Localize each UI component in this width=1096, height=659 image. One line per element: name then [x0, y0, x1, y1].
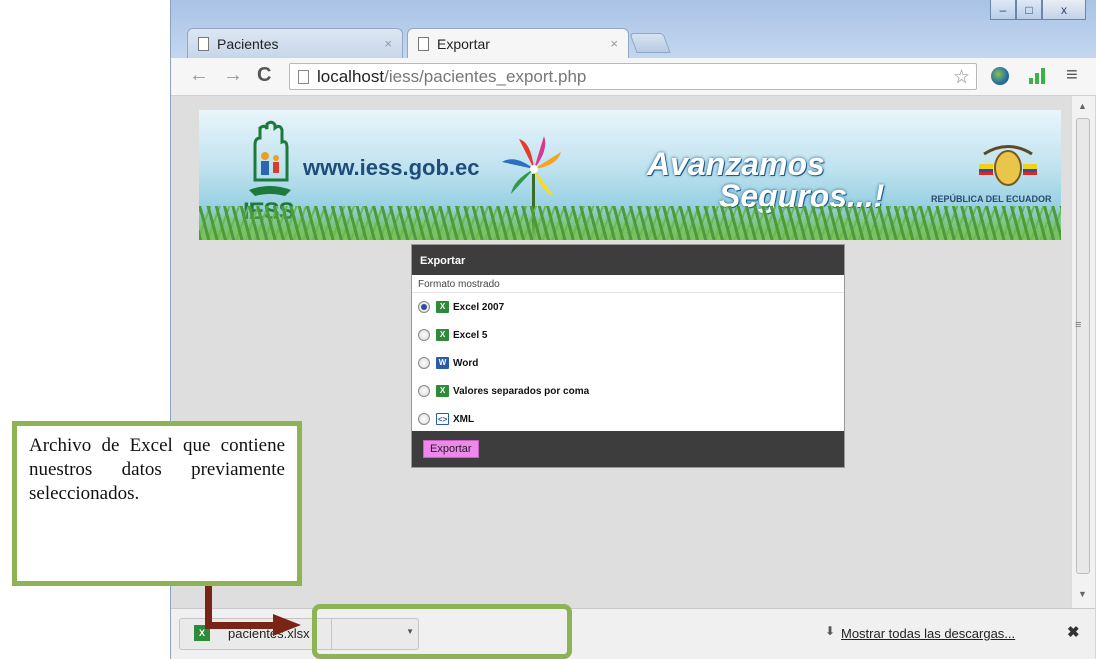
grass-decoration [199, 206, 1061, 240]
menu-icon[interactable]: ≡ [1066, 64, 1078, 87]
option-label: Excel 2007 [453, 301, 505, 313]
address-bar[interactable]: localhost/iess/pacientes_export.php ☆ [289, 63, 977, 90]
scrollbar-thumb[interactable] [1076, 118, 1090, 574]
tab-pacientes[interactable]: Pacientes × [187, 28, 403, 58]
page-content: IESS www.iess.gob.ec Avanzamos Seguros..… [171, 96, 1071, 608]
dialog-footer: Exportar [412, 431, 844, 467]
format-option-csv[interactable]: X Valores separados por coma [412, 377, 844, 405]
radio-button[interactable] [418, 385, 430, 397]
forward-arrow-icon[interactable]: → [223, 64, 243, 87]
star-icon[interactable]: ☆ [953, 66, 970, 89]
scroll-up-arrow-icon[interactable]: ▲ [1078, 101, 1087, 111]
radio-button[interactable] [418, 301, 430, 313]
download-shelf: X pacientes.xlsx ▼ ⬇ Mostrar todas las d… [171, 608, 1095, 659]
annotation-highlight-box [312, 604, 572, 659]
tab-exportar[interactable]: Exportar × [407, 28, 629, 58]
website-text: www.iess.gob.ec [303, 155, 480, 180]
scroll-down-arrow-icon[interactable]: ▼ [1078, 589, 1087, 599]
new-tab-button[interactable] [629, 33, 671, 53]
annotation-callout: Archivo de Excel que contiene nuestros d… [12, 421, 302, 586]
xml-icon: <> [436, 413, 449, 425]
globe-extension-icon[interactable] [991, 67, 1009, 85]
annotation-arrow-shaft [205, 622, 275, 629]
close-window-button[interactable]: x [1042, 0, 1086, 20]
vertical-scrollbar[interactable]: ▲ ≡ ▼ [1071, 96, 1095, 608]
iess-banner: IESS www.iess.gob.ec Avanzamos Seguros..… [199, 110, 1061, 240]
ecuador-coat-of-arms-icon [979, 145, 1037, 186]
title-bar: – □ x Pacientes × Exportar × [171, 0, 1096, 60]
page-icon [298, 69, 309, 84]
option-label: Excel 5 [453, 329, 488, 341]
export-button[interactable]: Exportar [423, 440, 479, 458]
window-controls: – □ x [990, 0, 1086, 22]
browser-window: – □ x Pacientes × Exportar × ← → C local… [170, 0, 1096, 659]
csv-icon: X [436, 385, 449, 397]
page-icon [198, 36, 209, 51]
show-all-downloads-link[interactable]: Mostrar todas las descargas... [841, 626, 1015, 641]
format-option-xml[interactable]: <> XML [412, 405, 844, 433]
option-label: XML [453, 413, 475, 425]
radio-button[interactable] [418, 357, 430, 369]
radio-button[interactable] [418, 329, 430, 341]
reload-icon[interactable]: C [257, 64, 271, 87]
close-shelf-icon[interactable]: ✖ [1067, 623, 1080, 641]
back-arrow-icon[interactable]: ← [189, 64, 209, 87]
excel-icon: X [436, 301, 449, 313]
download-arrow-icon: ⬇ [825, 624, 836, 638]
url-path: /iess/pacientes_export.php [384, 66, 587, 86]
annotation-arrow-head-icon [273, 614, 301, 636]
minimize-button[interactable]: – [990, 0, 1016, 20]
excel-icon: X [436, 329, 449, 341]
format-option-excel-2007[interactable]: X Excel 2007 [412, 293, 844, 321]
option-label: Word [453, 357, 479, 369]
export-dialog: Exportar Formato mostrado X Excel 2007 X… [411, 244, 845, 468]
page-icon [418, 36, 429, 51]
format-option-excel-5[interactable]: X Excel 5 [412, 321, 844, 349]
close-tab-icon[interactable]: × [384, 36, 392, 51]
option-label: Valores separados por coma [453, 385, 590, 397]
browser-toolbar: ← → C localhost/iess/pacientes_export.ph… [171, 58, 1096, 96]
close-tab-icon[interactable]: × [610, 36, 618, 51]
dialog-subtitle: Formato mostrado [412, 275, 844, 293]
tab-label: Pacientes [217, 35, 279, 52]
maximize-button[interactable]: □ [1016, 0, 1042, 20]
dialog-title: Exportar [412, 245, 844, 275]
country-text: REPÚBLICA DEL ECUADOR [931, 194, 1052, 204]
format-option-word[interactable]: W Word [412, 349, 844, 377]
scroll-grip-icon: ≡ [1075, 319, 1082, 331]
signal-bars-extension-icon[interactable] [1029, 68, 1049, 84]
radio-button[interactable] [418, 413, 430, 425]
word-icon: W [436, 357, 449, 369]
url-host: localhost [317, 66, 385, 86]
tab-label: Exportar [437, 35, 490, 52]
